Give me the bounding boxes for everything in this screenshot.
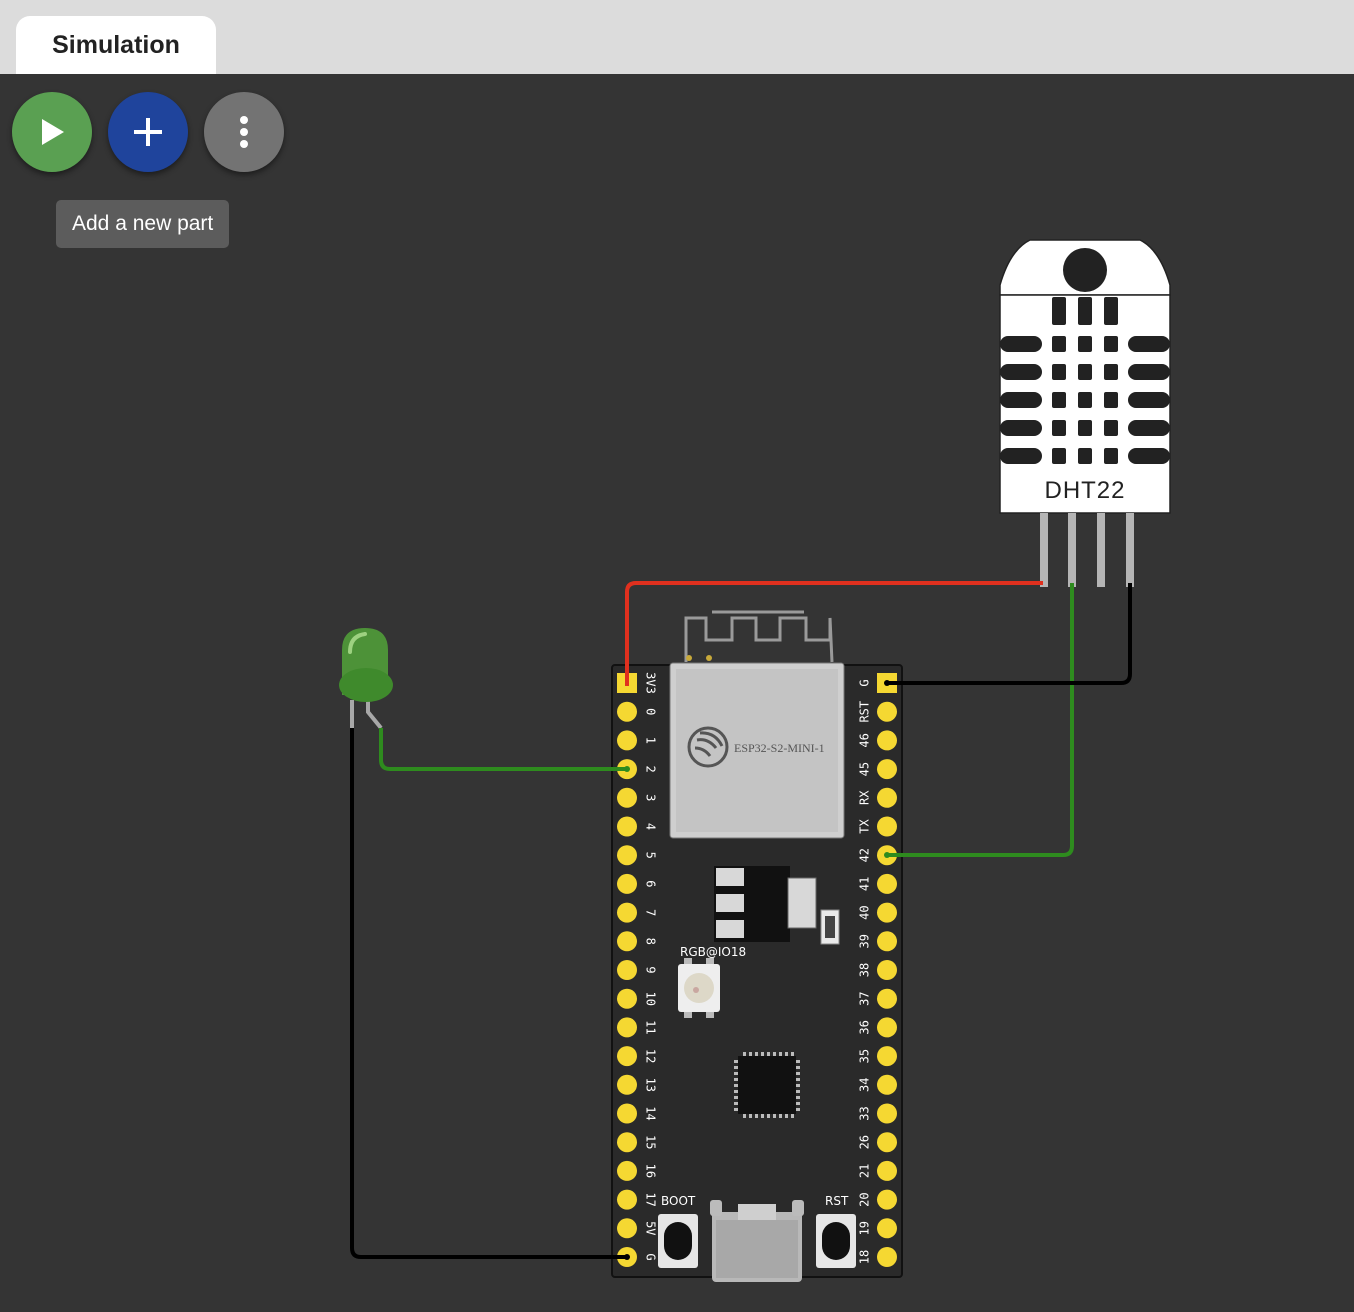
- usb-bridge-chip: [734, 1052, 800, 1118]
- wire-sensor-data[interactable]: [887, 583, 1074, 857]
- pin: [617, 730, 637, 751]
- pin: [617, 787, 637, 808]
- pin: [877, 931, 897, 952]
- simulation-canvas[interactable]: DHT22 ESP32-S2-MINI-1 RGB@IO18 BOOT RST …: [0, 0, 1354, 1312]
- pin: [617, 960, 637, 980]
- pin-label: 39: [858, 934, 872, 948]
- pin-label: 37: [858, 991, 872, 1005]
- pin: [617, 902, 637, 923]
- wire-led-ground[interactable]: [350, 728, 627, 1259]
- pin-label: 21: [858, 1164, 872, 1178]
- sensor-label: DHT22: [1044, 477, 1125, 504]
- pin-label: G: [644, 1253, 658, 1260]
- rst-label: RST: [825, 1194, 849, 1208]
- pin-label: 14: [644, 1106, 658, 1120]
- pin-label: TX: [858, 819, 872, 834]
- green-led[interactable]: [339, 628, 393, 730]
- pin: [877, 1247, 897, 1267]
- pin: [877, 1218, 897, 1239]
- pin: [877, 1074, 897, 1095]
- pin-label: 34: [858, 1078, 872, 1092]
- pin-label: 17: [644, 1192, 658, 1206]
- pin: [617, 816, 637, 837]
- pin: [617, 1189, 637, 1210]
- pin: [877, 1103, 897, 1124]
- pin-label: 40: [858, 905, 872, 919]
- pin: [617, 701, 637, 722]
- pin-label: 2: [644, 765, 658, 772]
- pin-label: 45: [858, 762, 872, 776]
- wire-sensor-ground[interactable]: [887, 583, 1132, 685]
- pin: [617, 873, 637, 894]
- pin-label: 46: [858, 733, 872, 747]
- pin-label: 0: [644, 708, 658, 715]
- pin-label: 38: [858, 963, 872, 977]
- pin-label: 10: [644, 991, 658, 1005]
- pin-label: 7: [644, 909, 658, 916]
- pin-label: 1: [644, 737, 658, 744]
- pin: [877, 1017, 897, 1038]
- pin: [617, 845, 637, 866]
- pin: [617, 988, 637, 1009]
- dht22-sensor[interactable]: DHT22: [999, 239, 1171, 587]
- usb-connector: [710, 1200, 804, 1282]
- pin: [877, 759, 897, 780]
- pin: [877, 730, 897, 751]
- pin-label: 5: [644, 852, 658, 859]
- pin: [617, 1103, 637, 1124]
- pin-label: G: [858, 679, 872, 686]
- pin: [617, 1218, 637, 1239]
- pin: [877, 960, 897, 980]
- pin: [877, 1132, 897, 1153]
- pin: [617, 1132, 637, 1153]
- pin-label: 8: [644, 938, 658, 945]
- pin: [617, 931, 637, 952]
- pin-label: 19: [858, 1221, 872, 1235]
- pin-label: 5V: [644, 1221, 658, 1235]
- pin-label: 12: [644, 1049, 658, 1063]
- pin-label: 33: [858, 1106, 872, 1120]
- pin: [877, 1046, 897, 1067]
- pin: [617, 1074, 637, 1095]
- pin: [877, 1189, 897, 1210]
- pin-label: 3: [644, 794, 658, 801]
- module-label: ESP32-S2-MINI-1: [734, 741, 825, 755]
- pin-label: 15: [644, 1135, 658, 1149]
- pin-label: 20: [858, 1192, 872, 1206]
- pin-label: 42: [858, 848, 872, 862]
- pin-label: 35: [858, 1049, 872, 1063]
- pin-label: 4: [644, 823, 658, 830]
- pin: [617, 1160, 637, 1181]
- pin-label: 18: [858, 1250, 872, 1264]
- pin: [877, 1160, 897, 1181]
- boot-label: BOOT: [661, 1194, 696, 1208]
- pin-label: 9: [644, 966, 658, 973]
- pin-label: RST: [858, 701, 872, 723]
- pin: [617, 1017, 637, 1038]
- pin-label: 41: [858, 877, 872, 891]
- pin: [877, 902, 897, 923]
- pin: [877, 816, 897, 837]
- wire-led-signal[interactable]: [379, 728, 627, 771]
- pin-label: 26: [858, 1135, 872, 1149]
- pin-label: 16: [644, 1164, 658, 1178]
- pin-label: 36: [858, 1020, 872, 1034]
- pin: [617, 1046, 637, 1067]
- pin-label: 3V3: [644, 672, 658, 694]
- rgb-label: RGB@IO18: [680, 945, 746, 959]
- pin-label: RX: [858, 790, 872, 805]
- pin: [877, 787, 897, 808]
- pin-label: 6: [644, 880, 658, 887]
- pin-label: 11: [644, 1020, 658, 1034]
- pin: [877, 988, 897, 1009]
- pin-label: 13: [644, 1078, 658, 1092]
- esp32-s2-board[interactable]: ESP32-S2-MINI-1 RGB@IO18 BOOT RST 3V3012…: [611, 610, 903, 1282]
- pin: [877, 701, 897, 722]
- pin: [877, 873, 897, 894]
